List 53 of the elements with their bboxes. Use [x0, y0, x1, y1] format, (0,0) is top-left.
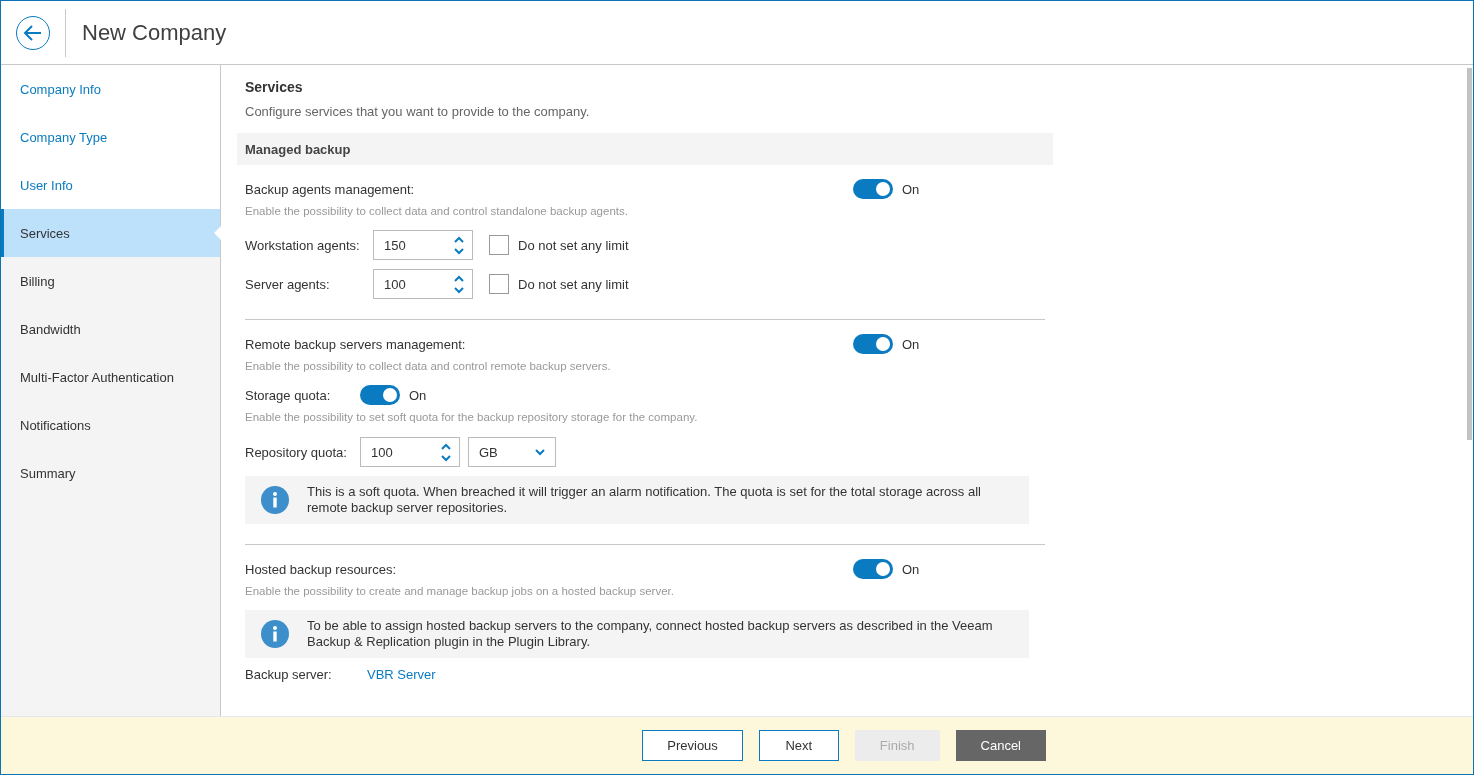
chevron-up-icon[interactable]	[454, 274, 464, 282]
field-label: Repository quota:	[245, 444, 348, 460]
step-item[interactable]: Company Info	[1, 65, 220, 113]
hint-text: Enable the possibility to set soft quota for the backup repository storage for the company.	[244, 411, 699, 425]
setting-label: Remote backup servers management:	[245, 336, 467, 352]
info-text: To be able to assign hosted backup servers to the company, connect hosted backup servers as described in the Veeam Backup & Replication plugin in the Plugin Library.	[307, 618, 994, 650]
chevron-up-icon[interactable]	[441, 442, 451, 450]
step-item[interactable]: Company Type	[1, 113, 220, 161]
unit-dropdown[interactable]: GB	[468, 437, 556, 467]
chevron-up-icon[interactable]	[454, 235, 464, 243]
field-label: Workstation agents:	[245, 237, 361, 253]
page-title: New Company	[82, 19, 227, 46]
chevron-down-icon[interactable]	[454, 247, 464, 255]
back-arrow-icon[interactable]	[23, 23, 43, 42]
server-link[interactable]: VBR Server	[367, 667, 436, 682]
field-label: Backup server:	[245, 667, 333, 682]
footer-button[interactable]: Cancel	[955, 730, 1046, 761]
number-field[interactable]: 150	[373, 230, 473, 260]
step-item[interactable]: User Info	[1, 161, 220, 209]
info-icon	[261, 620, 289, 648]
toggle-state-label: On	[902, 336, 920, 352]
footer-button[interactable]: Next	[758, 730, 839, 761]
info-text: This is a soft quota. When breached it will trigger an alarm notification. The quota is set for the total storage across all remote backup server repositories.	[307, 484, 982, 516]
hint-text: Enable the possibility to collect data and control standalone backup agents.	[244, 205, 629, 219]
chevron-down-icon[interactable]	[454, 286, 464, 294]
setting-label: Backup agents management:	[245, 181, 416, 197]
checkbox-label: Do not set any limit	[518, 237, 629, 253]
toggle-switch[interactable]	[853, 334, 893, 354]
toggle-state-label: On	[902, 181, 920, 197]
toggle-switch[interactable]	[853, 559, 893, 579]
step-item[interactable]: Services	[1, 209, 220, 257]
setting-label: Storage quota:	[245, 387, 332, 403]
setting-label: Hosted backup resources:	[245, 561, 398, 577]
toggle-switch[interactable]	[360, 385, 400, 405]
hint-text: Enable the possibility to create and manage backup jobs on a hosted backup server.	[244, 585, 675, 599]
number-field[interactable]: 100	[360, 437, 460, 467]
checkbox-label: Do not set any limit	[518, 276, 629, 292]
toggle-state-label: On	[409, 387, 427, 403]
info-icon	[261, 486, 289, 514]
section-title: Services	[244, 79, 304, 95]
section-description: Configure services that you want to provide to the company.	[244, 104, 591, 119]
number-field[interactable]: 100	[373, 269, 473, 299]
checkbox[interactable]	[489, 274, 509, 294]
footer-button[interactable]: Previous	[642, 730, 743, 761]
chevron-down-icon[interactable]	[441, 454, 451, 462]
toggle-switch[interactable]	[853, 179, 893, 199]
back-button[interactable]	[16, 15, 50, 50]
field-label: Server agents:	[245, 276, 331, 292]
toggle-state-label: On	[902, 561, 920, 577]
chevron-down-icon[interactable]	[535, 448, 545, 456]
hint-text: Enable the possibility to collect data and control remote backup servers.	[244, 360, 612, 374]
checkbox[interactable]	[489, 235, 509, 255]
group-header: Managed backup	[237, 133, 1053, 165]
